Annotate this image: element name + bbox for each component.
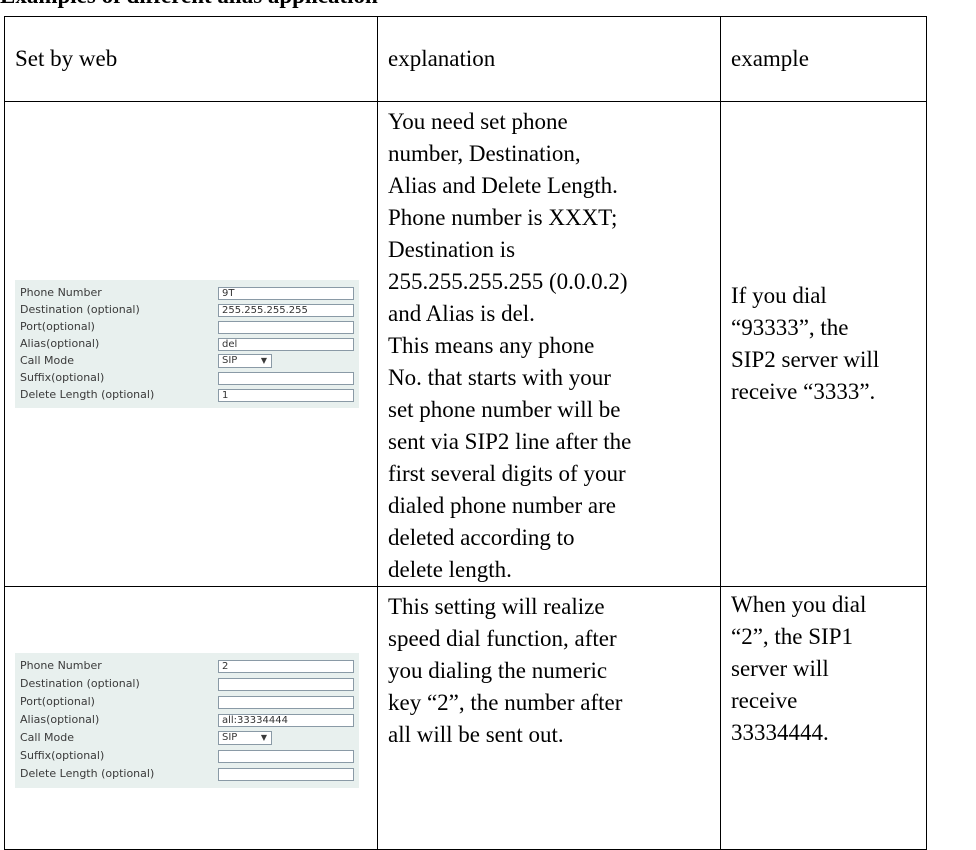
form-row: Delete Length (optional) 1 [15,387,359,403]
form-input-field[interactable]: 2 [218,659,354,673]
form-input-field[interactable] [218,695,354,709]
explanation-line: all will be sent out. [388,722,564,747]
explanation-line: Alias and Delete Length. [388,173,618,198]
form-field-label: Delete Length (optional) [20,388,155,401]
explanation-line: Phone number is XXXT; [388,205,618,230]
call-mode-select[interactable]: SIP ▼ [218,354,272,368]
example-line: receive “3333”. [731,379,876,404]
example-line: receive [731,688,798,713]
form-row: Delete Length (optional) [15,766,359,783]
explanation-line: and Alias is del. [388,301,535,326]
explanation-line: No. that starts with your [388,365,611,390]
example-line: SIP2 server will [731,347,880,372]
chevron-down-icon: ▼ [260,356,267,365]
example-line: server will [731,656,829,681]
table-row: Phone Number 2 Destination (optional) Port(… [4,586,927,850]
form-input-field[interactable] [218,320,354,334]
header-explanation: explanation [377,16,721,102]
form-input-field[interactable] [218,749,354,763]
form-input-field[interactable]: 9T [218,286,354,300]
example-cell: When you dial “2”, the SIP1 server will rec… [720,586,927,850]
select-value: SIP [222,732,238,743]
example-line: 33334444. [731,720,829,745]
explanation-line: delete length. [388,557,512,582]
section-heading: Examples of different alias application [0,0,378,8]
form-input-field[interactable] [218,767,354,781]
explanation-line: key “2”, the number after [388,690,623,715]
explanation-line: Destination is [388,237,516,262]
example-line: When you dial [731,592,867,617]
explanation-line: This setting will realize [388,594,605,619]
explanation-line: set phone number will be [388,397,621,422]
alias-examples-table: Set by web explanation example Phone Num… [4,16,927,850]
header-set-by-web: Set by web [4,16,378,102]
explanation-line: number, Destination, [388,141,581,166]
table-header-row: Set by web explanation example [4,16,927,102]
chevron-down-icon: ▼ [260,733,267,742]
call-mode-select[interactable]: SIP ▼ [218,731,272,745]
select-value: SIP [222,355,238,366]
explanation-line: 255.255.255.255 (0.0.0.2) [388,269,628,294]
form-input-field[interactable]: del [218,337,354,351]
explanation-line: This means any phone [388,333,595,358]
explanation-line: dialed phone number are [388,493,616,518]
explanation-line: you dialing the numeric [388,658,608,683]
explanation-line: speed dial function, after [388,626,617,651]
form-input-field[interactable]: 255.255.255.255 [218,303,354,317]
example-cell: If you dial “93333”, the SIP2 server will r… [720,101,927,587]
form-input-field[interactable]: 1 [218,388,354,402]
explanation-line: deleted according to [388,525,575,550]
form-field-label: Delete Length (optional) [20,767,155,780]
form-input-field[interactable]: all:33334444 [218,713,354,727]
set-by-web-cell: Phone Number 2 Destination (optional) Port(… [4,586,378,850]
explanation-cell: You need set phone number, Destination, Al… [377,101,721,587]
web-form-panel: Phone Number 2 Destination (optional) Port(… [15,652,359,788]
explanation-line: first several digits of your [388,461,626,486]
set-by-web-cell: Phone Number 9T Destination (optional) 255.… [4,101,378,587]
header-example: example [720,16,927,102]
form-input-field[interactable] [218,371,354,385]
example-line: “93333”, the [731,315,849,340]
example-line: If you dial [731,283,827,308]
table-row: Phone Number 9T Destination (optional) 255.… [4,101,927,587]
web-form-panel: Phone Number 9T Destination (optional) 255.… [15,280,359,408]
explanation-line: sent via SIP2 line after the [388,429,632,454]
example-line: “2”, the SIP1 [731,624,854,649]
form-input-field[interactable] [218,677,354,691]
explanation-line: You need set phone [388,109,568,134]
explanation-cell: This setting will realize speed dial func… [377,586,721,850]
